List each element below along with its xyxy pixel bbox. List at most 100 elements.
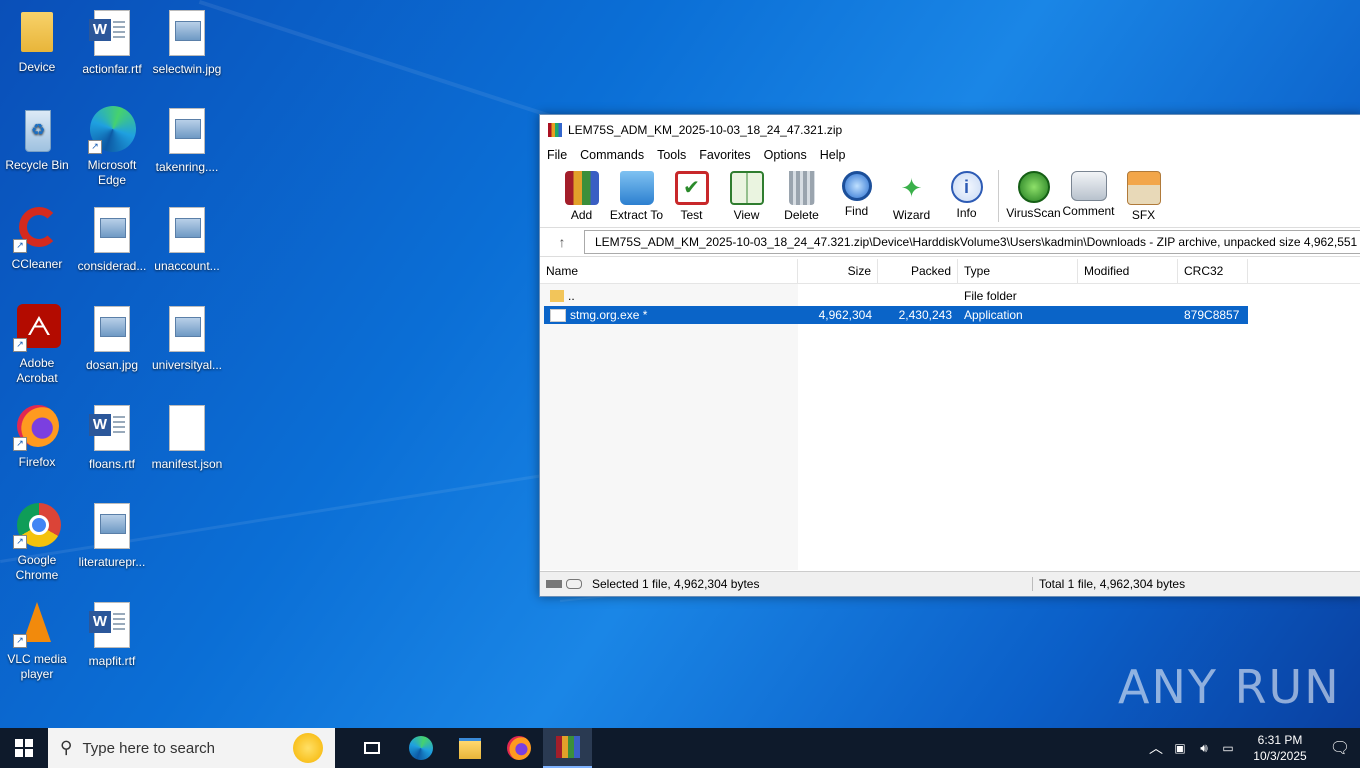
- wizard-label: Wizard: [892, 208, 931, 222]
- find-label: Find: [844, 204, 869, 218]
- taskbar-edge[interactable]: [396, 728, 445, 768]
- chrome-icon: ↗: [13, 501, 61, 549]
- delete-button[interactable]: Delete: [774, 165, 829, 222]
- start-button[interactable]: [0, 728, 48, 768]
- notification-icon[interactable]: 🗨︎: [1320, 738, 1360, 758]
- clock[interactable]: 6:31 PM 10/3/2025: [1240, 732, 1320, 764]
- info-button[interactable]: i Info: [939, 165, 994, 220]
- up-arrow-icon[interactable]: ↑: [540, 234, 584, 250]
- row-packed: [878, 287, 958, 305]
- shortcut-arrow-icon: ↗: [13, 535, 27, 549]
- shortcut-arrow-icon: ↗: [13, 634, 27, 648]
- file-explorer-icon: [458, 737, 481, 759]
- desktop-icon-actionfar[interactable]: W actionfar.rtf: [75, 8, 149, 77]
- desktop-icon-device[interactable]: Device: [0, 8, 74, 75]
- taskbar-winrar[interactable]: [543, 728, 592, 768]
- search-box[interactable]: ⚲ Type here to search: [48, 728, 335, 768]
- desktop-icon-vlc[interactable]: ↗ VLC media player: [0, 600, 74, 682]
- status-total: Total 1 file, 4,962,304 bytes: [1032, 577, 1185, 591]
- address-field[interactable]: LEM75S_ADM_KM_2025-10-03_18_24_47.321.zi…: [584, 230, 1360, 254]
- title-bar[interactable]: LEM75S_ADM_KM_2025-10-03_18_24_47.321.zi…: [540, 115, 1360, 145]
- wizard-button[interactable]: ✦ Wizard: [884, 165, 939, 222]
- desktop-icon-manifest[interactable]: manifest.json: [150, 403, 224, 472]
- shortcut-arrow-icon: ↗: [13, 338, 27, 352]
- desktop-icon-firefox[interactable]: ↗ Firefox: [0, 403, 74, 470]
- meet-now-icon[interactable]: ▣: [1168, 741, 1192, 755]
- menu-commands[interactable]: Commands: [580, 148, 644, 162]
- desktop-icon-label: universityal...: [151, 358, 223, 372]
- winrar-icon: [548, 123, 562, 137]
- desktop-icon-dosan[interactable]: dosan.jpg: [75, 304, 149, 373]
- table-row-selected[interactable]: stmg.org.exe * 4,962,304 2,430,243 Appli…: [544, 306, 1248, 324]
- address-path: LEM75S_ADM_KM_2025-10-03_18_24_47.321.zi…: [595, 235, 1360, 249]
- column-packed[interactable]: Packed: [878, 259, 958, 283]
- desktop-icon-label: VLC media player: [7, 652, 67, 681]
- row-modified: [1078, 306, 1178, 324]
- desktop-icon-label: CCleaner: [11, 257, 63, 271]
- view-button[interactable]: View: [719, 165, 774, 222]
- status-selected: Selected 1 file, 4,962,304 bytes: [592, 577, 760, 591]
- column-type[interactable]: Type: [958, 259, 1078, 283]
- task-view-button[interactable]: [347, 728, 396, 768]
- desktop-icon-microsoft-edge[interactable]: ↗ Microsoft Edge: [75, 106, 149, 188]
- desktop-icon-universityal[interactable]: universityal...: [150, 304, 224, 373]
- desktop-icon-mapfit[interactable]: W mapfit.rtf: [75, 600, 149, 669]
- desktop-icon-recycle-bin[interactable]: ♻ Recycle Bin: [0, 106, 74, 173]
- volume-icon[interactable]: 🔊︎: [1192, 741, 1216, 756]
- comment-button[interactable]: Comment: [1061, 165, 1116, 218]
- find-button[interactable]: Find: [829, 165, 884, 218]
- menu-file[interactable]: File: [547, 148, 567, 162]
- column-modified[interactable]: Modified: [1078, 259, 1178, 283]
- desktop-icon-takenring[interactable]: takenring....: [150, 106, 224, 175]
- view-book-icon: [729, 171, 764, 205]
- application-icon: [550, 308, 566, 322]
- key-icon[interactable]: [566, 579, 582, 589]
- column-size[interactable]: Size: [798, 259, 878, 283]
- menu-tools[interactable]: Tools: [657, 148, 686, 162]
- network-icon[interactable]: ▭: [1216, 741, 1240, 755]
- menu-options[interactable]: Options: [764, 148, 807, 162]
- desktop-icon-google-chrome[interactable]: ↗ Google Chrome: [0, 501, 74, 583]
- image-file-icon: [163, 10, 211, 58]
- desktop-icon-floans[interactable]: W floans.rtf: [75, 403, 149, 472]
- virusscan-button[interactable]: VirusScan: [1006, 165, 1061, 220]
- taskbar-firefox[interactable]: [494, 728, 543, 768]
- desktop-icon-adobe-acrobat[interactable]: ᗅ ↗ Adobe Acrobat: [0, 304, 74, 386]
- chevron-up-icon[interactable]: ︿: [1144, 738, 1168, 758]
- desktop-icon-label: literaturepr...: [78, 555, 146, 569]
- extract-to-button[interactable]: Extract To: [609, 165, 664, 222]
- desktop-icon-literaturepr[interactable]: literaturepr...: [75, 501, 149, 570]
- menu-help[interactable]: Help: [820, 148, 846, 162]
- menu-bar: File Commands Tools Favorites Options He…: [540, 145, 1360, 165]
- desktop-icon-selectwin[interactable]: selectwin.jpg: [150, 8, 224, 77]
- extract-folder-icon: [619, 171, 654, 205]
- test-clipboard-icon: ✔: [674, 171, 709, 205]
- blank-file-icon: [163, 405, 211, 453]
- desktop-icon-label: Google Chrome: [15, 553, 59, 582]
- column-crc32[interactable]: CRC32: [1178, 259, 1248, 283]
- column-name[interactable]: Name: [540, 259, 798, 283]
- winrar-window: LEM75S_ADM_KM_2025-10-03_18_24_47.321.zi…: [539, 114, 1360, 597]
- view-label: View: [733, 208, 760, 222]
- desktop-icon-considerad[interactable]: considerad...: [75, 205, 149, 274]
- desktop-icon-ccleaner[interactable]: ↗ CCleaner: [0, 205, 74, 272]
- comment-label: Comment: [1062, 204, 1115, 218]
- desktop-icon-unaccount[interactable]: unaccount...: [150, 205, 224, 274]
- windows-logo-icon: [15, 739, 33, 757]
- clock-time: 6:31 PM: [1257, 733, 1303, 747]
- desktop-icon-label: dosan.jpg: [85, 358, 139, 372]
- test-button[interactable]: ✔ Test: [664, 165, 719, 222]
- sfx-button[interactable]: SFX: [1116, 165, 1171, 222]
- menu-favorites[interactable]: Favorites: [699, 148, 750, 162]
- word-document-icon: W: [88, 405, 136, 453]
- row-crc32: [1178, 287, 1248, 305]
- magnifier-icon: [841, 171, 872, 201]
- shortcut-arrow-icon: ↗: [13, 437, 27, 451]
- row-name: stmg.org.exe *: [570, 308, 648, 322]
- add-button[interactable]: Add: [554, 165, 609, 222]
- taskbar-file-explorer[interactable]: [445, 728, 494, 768]
- drive-icon[interactable]: [546, 580, 562, 588]
- table-row[interactable]: .. File folder: [544, 287, 1248, 305]
- trash-icon: [788, 171, 815, 205]
- recycle-bin-icon: ♻: [13, 106, 61, 154]
